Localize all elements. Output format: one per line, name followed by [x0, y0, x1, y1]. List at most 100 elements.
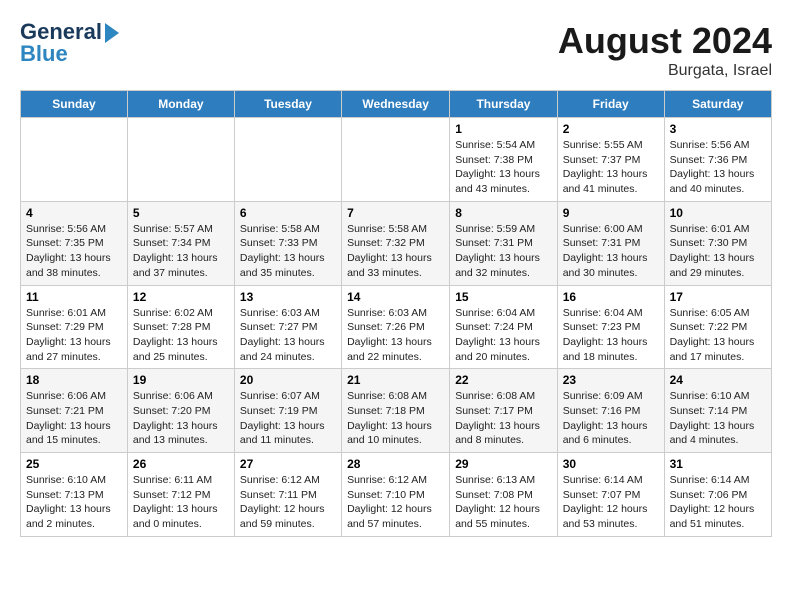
day-number: 8	[455, 206, 551, 220]
day-info: Sunrise: 6:14 AM Sunset: 7:07 PM Dayligh…	[563, 473, 659, 532]
day-info: Sunrise: 6:07 AM Sunset: 7:19 PM Dayligh…	[240, 389, 336, 448]
day-info: Sunrise: 5:56 AM Sunset: 7:36 PM Dayligh…	[670, 138, 766, 197]
day-info: Sunrise: 6:01 AM Sunset: 7:30 PM Dayligh…	[670, 222, 766, 281]
day-number: 4	[26, 206, 122, 220]
day-cell: 19Sunrise: 6:06 AM Sunset: 7:20 PM Dayli…	[127, 369, 234, 453]
day-number: 16	[563, 290, 659, 304]
calendar-table: SundayMondayTuesdayWednesdayThursdayFrid…	[20, 90, 772, 537]
day-number: 20	[240, 373, 336, 387]
day-cell	[342, 118, 450, 202]
day-info: Sunrise: 5:58 AM Sunset: 7:33 PM Dayligh…	[240, 222, 336, 281]
day-info: Sunrise: 6:08 AM Sunset: 7:18 PM Dayligh…	[347, 389, 444, 448]
day-number: 28	[347, 457, 444, 471]
day-number: 19	[133, 373, 229, 387]
day-number: 12	[133, 290, 229, 304]
day-info: Sunrise: 6:09 AM Sunset: 7:16 PM Dayligh…	[563, 389, 659, 448]
day-cell: 24 Sunrise: 6:10 AM Sunset: 7:14 PM Dayli…	[664, 369, 771, 453]
day-cell: 23 Sunrise: 6:09 AM Sunset: 7:16 PM Dayli…	[557, 369, 664, 453]
day-number: 5	[133, 206, 229, 220]
day-number: 26	[133, 457, 229, 471]
day-info: Sunrise: 6:05 AM Sunset: 7:22 PM Dayligh…	[670, 306, 766, 365]
day-cell: 27Sunrise: 6:12 AM Sunset: 7:11 PM Dayli…	[234, 453, 341, 537]
day-info: Sunrise: 5:55 AM Sunset: 7:37 PM Dayligh…	[563, 138, 659, 197]
day-number: 25	[26, 457, 122, 471]
day-cell: 8 Sunrise: 5:59 AM Sunset: 7:31 PM Daylig…	[450, 201, 557, 285]
weekday-header-thursday: Thursday	[450, 91, 557, 118]
day-info: Sunrise: 6:14 AM Sunset: 7:06 PM Dayligh…	[670, 473, 766, 532]
day-cell: 12 Sunrise: 6:02 AM Sunset: 7:28 PM Dayli…	[127, 285, 234, 369]
weekday-header-row: SundayMondayTuesdayWednesdayThursdayFrid…	[21, 91, 772, 118]
day-cell: 16Sunrise: 6:04 AM Sunset: 7:23 PM Dayli…	[557, 285, 664, 369]
day-number: 30	[563, 457, 659, 471]
weekday-header-monday: Monday	[127, 91, 234, 118]
day-cell	[127, 118, 234, 202]
day-info: Sunrise: 6:02 AM Sunset: 7:28 PM Dayligh…	[133, 306, 229, 365]
day-number: 2	[563, 122, 659, 136]
day-info: Sunrise: 6:01 AM Sunset: 7:29 PM Dayligh…	[26, 306, 122, 365]
day-info: Sunrise: 6:11 AM Sunset: 7:12 PM Dayligh…	[133, 473, 229, 532]
day-number: 11	[26, 290, 122, 304]
week-row-2: 4 Sunrise: 5:56 AM Sunset: 7:35 PM Daylig…	[21, 201, 772, 285]
day-cell: 13 Sunrise: 6:03 AM Sunset: 7:27 PM Dayli…	[234, 285, 341, 369]
day-info: Sunrise: 5:54 AM Sunset: 7:38 PM Dayligh…	[455, 138, 551, 197]
day-number: 17	[670, 290, 766, 304]
week-row-5: 25 Sunrise: 6:10 AM Sunset: 7:13 PM Dayli…	[21, 453, 772, 537]
day-info: Sunrise: 6:13 AM Sunset: 7:08 PM Dayligh…	[455, 473, 551, 532]
weekday-header-tuesday: Tuesday	[234, 91, 341, 118]
weekday-header-sunday: Sunday	[21, 91, 128, 118]
day-info: Sunrise: 6:10 AM Sunset: 7:13 PM Dayligh…	[26, 473, 122, 532]
day-info: Sunrise: 5:57 AM Sunset: 7:34 PM Dayligh…	[133, 222, 229, 281]
day-cell: 31Sunrise: 6:14 AM Sunset: 7:06 PM Dayli…	[664, 453, 771, 537]
logo: General Blue	[20, 20, 119, 66]
day-cell: 11 Sunrise: 6:01 AM Sunset: 7:29 PM Dayli…	[21, 285, 128, 369]
day-number: 18	[26, 373, 122, 387]
day-info: Sunrise: 5:58 AM Sunset: 7:32 PM Dayligh…	[347, 222, 444, 281]
day-cell: 6 Sunrise: 5:58 AM Sunset: 7:33 PM Daylig…	[234, 201, 341, 285]
day-cell: 29 Sunrise: 6:13 AM Sunset: 7:08 PM Dayli…	[450, 453, 557, 537]
day-info: Sunrise: 6:00 AM Sunset: 7:31 PM Dayligh…	[563, 222, 659, 281]
day-number: 7	[347, 206, 444, 220]
day-cell: 30 Sunrise: 6:14 AM Sunset: 7:07 PM Dayli…	[557, 453, 664, 537]
day-number: 21	[347, 373, 444, 387]
day-number: 22	[455, 373, 551, 387]
day-info: Sunrise: 6:06 AM Sunset: 7:21 PM Dayligh…	[26, 389, 122, 448]
day-number: 29	[455, 457, 551, 471]
day-info: Sunrise: 6:03 AM Sunset: 7:26 PM Dayligh…	[347, 306, 444, 365]
day-number: 23	[563, 373, 659, 387]
day-cell: 10 Sunrise: 6:01 AM Sunset: 7:30 PM Dayli…	[664, 201, 771, 285]
day-number: 14	[347, 290, 444, 304]
day-info: Sunrise: 5:56 AM Sunset: 7:35 PM Dayligh…	[26, 222, 122, 281]
day-number: 3	[670, 122, 766, 136]
day-number: 15	[455, 290, 551, 304]
calendar-body: 1Sunrise: 5:54 AM Sunset: 7:38 PM Daylig…	[21, 118, 772, 537]
day-cell: 7 Sunrise: 5:58 AM Sunset: 7:32 PM Daylig…	[342, 201, 450, 285]
day-number: 24	[670, 373, 766, 387]
month-year-title: August 2024	[558, 20, 772, 62]
day-number: 6	[240, 206, 336, 220]
title-block: August 2024 Burgata, Israel	[558, 20, 772, 80]
weekday-header-friday: Friday	[557, 91, 664, 118]
day-cell: 9Sunrise: 6:00 AM Sunset: 7:31 PM Daylig…	[557, 201, 664, 285]
day-info: Sunrise: 6:04 AM Sunset: 7:24 PM Dayligh…	[455, 306, 551, 365]
weekday-header-saturday: Saturday	[664, 91, 771, 118]
day-cell: 14 Sunrise: 6:03 AM Sunset: 7:26 PM Dayli…	[342, 285, 450, 369]
day-cell: 18 Sunrise: 6:06 AM Sunset: 7:21 PM Dayli…	[21, 369, 128, 453]
day-cell	[21, 118, 128, 202]
logo-blue: Blue	[20, 42, 119, 66]
day-cell: 15 Sunrise: 6:04 AM Sunset: 7:24 PM Dayli…	[450, 285, 557, 369]
day-info: Sunrise: 6:03 AM Sunset: 7:27 PM Dayligh…	[240, 306, 336, 365]
day-info: Sunrise: 6:12 AM Sunset: 7:10 PM Dayligh…	[347, 473, 444, 532]
day-cell: 22Sunrise: 6:08 AM Sunset: 7:17 PM Dayli…	[450, 369, 557, 453]
day-cell: 26 Sunrise: 6:11 AM Sunset: 7:12 PM Dayli…	[127, 453, 234, 537]
day-info: Sunrise: 6:12 AM Sunset: 7:11 PM Dayligh…	[240, 473, 336, 532]
day-cell: 4 Sunrise: 5:56 AM Sunset: 7:35 PM Daylig…	[21, 201, 128, 285]
location-label: Burgata, Israel	[558, 62, 772, 80]
day-cell: 2 Sunrise: 5:55 AM Sunset: 7:37 PM Daylig…	[557, 118, 664, 202]
week-row-1: 1Sunrise: 5:54 AM Sunset: 7:38 PM Daylig…	[21, 118, 772, 202]
day-cell: 3 Sunrise: 5:56 AM Sunset: 7:36 PM Daylig…	[664, 118, 771, 202]
day-info: Sunrise: 5:59 AM Sunset: 7:31 PM Dayligh…	[455, 222, 551, 281]
week-row-3: 11 Sunrise: 6:01 AM Sunset: 7:29 PM Dayli…	[21, 285, 772, 369]
day-number: 13	[240, 290, 336, 304]
day-number: 10	[670, 206, 766, 220]
day-info: Sunrise: 6:10 AM Sunset: 7:14 PM Dayligh…	[670, 389, 766, 448]
